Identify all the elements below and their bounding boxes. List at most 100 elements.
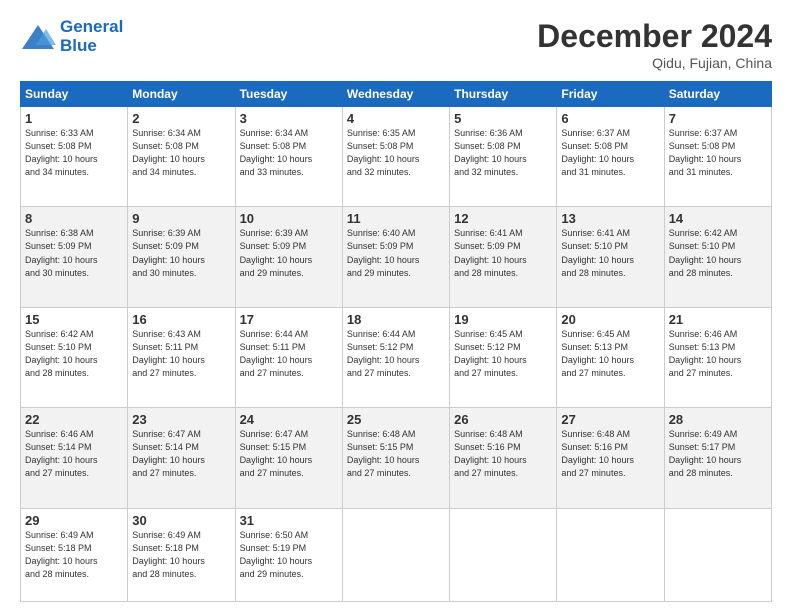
day-number: 29 <box>25 513 123 528</box>
header-wednesday: Wednesday <box>342 82 449 107</box>
day-number: 17 <box>240 312 338 327</box>
logo: General Blue <box>20 18 123 55</box>
day-info: Sunrise: 6:39 AMSunset: 5:09 PMDaylight:… <box>240 227 338 279</box>
title-block: December 2024 Qidu, Fujian, China <box>537 18 772 71</box>
calendar-cell: 28Sunrise: 6:49 AMSunset: 5:17 PMDayligh… <box>664 408 771 508</box>
page: General Blue December 2024 Qidu, Fujian,… <box>0 0 792 612</box>
calendar-cell: 31Sunrise: 6:50 AMSunset: 5:19 PMDayligh… <box>235 508 342 601</box>
calendar-cell: 23Sunrise: 6:47 AMSunset: 5:14 PMDayligh… <box>128 408 235 508</box>
day-number: 30 <box>132 513 230 528</box>
day-info: Sunrise: 6:47 AMSunset: 5:14 PMDaylight:… <box>132 428 230 480</box>
calendar-cell: 14Sunrise: 6:42 AMSunset: 5:10 PMDayligh… <box>664 207 771 307</box>
calendar-cell <box>450 508 557 601</box>
day-number: 24 <box>240 412 338 427</box>
day-info: Sunrise: 6:42 AMSunset: 5:10 PMDaylight:… <box>669 227 767 279</box>
day-info: Sunrise: 6:46 AMSunset: 5:14 PMDaylight:… <box>25 428 123 480</box>
day-number: 3 <box>240 111 338 126</box>
day-number: 28 <box>669 412 767 427</box>
day-info: Sunrise: 6:45 AMSunset: 5:13 PMDaylight:… <box>561 328 659 380</box>
calendar-cell <box>342 508 449 601</box>
day-number: 22 <box>25 412 123 427</box>
day-info: Sunrise: 6:46 AMSunset: 5:13 PMDaylight:… <box>669 328 767 380</box>
calendar-cell: 6Sunrise: 6:37 AMSunset: 5:08 PMDaylight… <box>557 107 664 207</box>
day-number: 9 <box>132 211 230 226</box>
day-info: Sunrise: 6:36 AMSunset: 5:08 PMDaylight:… <box>454 127 552 179</box>
day-info: Sunrise: 6:44 AMSunset: 5:11 PMDaylight:… <box>240 328 338 380</box>
day-number: 4 <box>347 111 445 126</box>
day-number: 19 <box>454 312 552 327</box>
day-info: Sunrise: 6:42 AMSunset: 5:10 PMDaylight:… <box>25 328 123 380</box>
calendar-row: 29Sunrise: 6:49 AMSunset: 5:18 PMDayligh… <box>21 508 772 601</box>
header-friday: Friday <box>557 82 664 107</box>
day-number: 8 <box>25 211 123 226</box>
header: General Blue December 2024 Qidu, Fujian,… <box>20 18 772 71</box>
calendar-cell: 18Sunrise: 6:44 AMSunset: 5:12 PMDayligh… <box>342 307 449 407</box>
day-info: Sunrise: 6:34 AMSunset: 5:08 PMDaylight:… <box>132 127 230 179</box>
calendar-cell: 29Sunrise: 6:49 AMSunset: 5:18 PMDayligh… <box>21 508 128 601</box>
day-info: Sunrise: 6:40 AMSunset: 5:09 PMDaylight:… <box>347 227 445 279</box>
day-number: 27 <box>561 412 659 427</box>
calendar-cell: 8Sunrise: 6:38 AMSunset: 5:09 PMDaylight… <box>21 207 128 307</box>
calendar-cell: 22Sunrise: 6:46 AMSunset: 5:14 PMDayligh… <box>21 408 128 508</box>
calendar-cell: 15Sunrise: 6:42 AMSunset: 5:10 PMDayligh… <box>21 307 128 407</box>
day-info: Sunrise: 6:47 AMSunset: 5:15 PMDaylight:… <box>240 428 338 480</box>
day-info: Sunrise: 6:49 AMSunset: 5:17 PMDaylight:… <box>669 428 767 480</box>
calendar-cell: 13Sunrise: 6:41 AMSunset: 5:10 PMDayligh… <box>557 207 664 307</box>
calendar-cell: 20Sunrise: 6:45 AMSunset: 5:13 PMDayligh… <box>557 307 664 407</box>
day-number: 16 <box>132 312 230 327</box>
header-saturday: Saturday <box>664 82 771 107</box>
calendar-cell: 26Sunrise: 6:48 AMSunset: 5:16 PMDayligh… <box>450 408 557 508</box>
day-number: 23 <box>132 412 230 427</box>
day-number: 13 <box>561 211 659 226</box>
day-number: 21 <box>669 312 767 327</box>
day-info: Sunrise: 6:38 AMSunset: 5:09 PMDaylight:… <box>25 227 123 279</box>
day-info: Sunrise: 6:41 AMSunset: 5:09 PMDaylight:… <box>454 227 552 279</box>
calendar-cell: 3Sunrise: 6:34 AMSunset: 5:08 PMDaylight… <box>235 107 342 207</box>
calendar-cell: 17Sunrise: 6:44 AMSunset: 5:11 PMDayligh… <box>235 307 342 407</box>
header-sunday: Sunday <box>21 82 128 107</box>
calendar-cell: 19Sunrise: 6:45 AMSunset: 5:12 PMDayligh… <box>450 307 557 407</box>
day-number: 11 <box>347 211 445 226</box>
calendar-cell: 21Sunrise: 6:46 AMSunset: 5:13 PMDayligh… <box>664 307 771 407</box>
calendar-cell <box>557 508 664 601</box>
calendar-cell: 12Sunrise: 6:41 AMSunset: 5:09 PMDayligh… <box>450 207 557 307</box>
calendar-cell: 16Sunrise: 6:43 AMSunset: 5:11 PMDayligh… <box>128 307 235 407</box>
calendar-cell: 7Sunrise: 6:37 AMSunset: 5:08 PMDaylight… <box>664 107 771 207</box>
calendar-cell: 9Sunrise: 6:39 AMSunset: 5:09 PMDaylight… <box>128 207 235 307</box>
header-tuesday: Tuesday <box>235 82 342 107</box>
calendar-cell: 5Sunrise: 6:36 AMSunset: 5:08 PMDaylight… <box>450 107 557 207</box>
weekday-header-row: Sunday Monday Tuesday Wednesday Thursday… <box>21 82 772 107</box>
day-info: Sunrise: 6:48 AMSunset: 5:16 PMDaylight:… <box>561 428 659 480</box>
day-info: Sunrise: 6:45 AMSunset: 5:12 PMDaylight:… <box>454 328 552 380</box>
calendar-cell: 30Sunrise: 6:49 AMSunset: 5:18 PMDayligh… <box>128 508 235 601</box>
logo-text: General Blue <box>60 18 123 55</box>
day-number: 14 <box>669 211 767 226</box>
day-info: Sunrise: 6:43 AMSunset: 5:11 PMDaylight:… <box>132 328 230 380</box>
day-info: Sunrise: 6:50 AMSunset: 5:19 PMDaylight:… <box>240 529 338 581</box>
day-info: Sunrise: 6:35 AMSunset: 5:08 PMDaylight:… <box>347 127 445 179</box>
day-info: Sunrise: 6:48 AMSunset: 5:15 PMDaylight:… <box>347 428 445 480</box>
day-number: 25 <box>347 412 445 427</box>
header-thursday: Thursday <box>450 82 557 107</box>
calendar-cell: 11Sunrise: 6:40 AMSunset: 5:09 PMDayligh… <box>342 207 449 307</box>
calendar-cell: 4Sunrise: 6:35 AMSunset: 5:08 PMDaylight… <box>342 107 449 207</box>
day-number: 12 <box>454 211 552 226</box>
day-info: Sunrise: 6:37 AMSunset: 5:08 PMDaylight:… <box>669 127 767 179</box>
day-number: 20 <box>561 312 659 327</box>
calendar-cell: 10Sunrise: 6:39 AMSunset: 5:09 PMDayligh… <box>235 207 342 307</box>
day-number: 1 <box>25 111 123 126</box>
header-monday: Monday <box>128 82 235 107</box>
day-info: Sunrise: 6:33 AMSunset: 5:08 PMDaylight:… <box>25 127 123 179</box>
calendar-cell: 27Sunrise: 6:48 AMSunset: 5:16 PMDayligh… <box>557 408 664 508</box>
calendar-row: 22Sunrise: 6:46 AMSunset: 5:14 PMDayligh… <box>21 408 772 508</box>
calendar-table: Sunday Monday Tuesday Wednesday Thursday… <box>20 81 772 602</box>
calendar-cell: 24Sunrise: 6:47 AMSunset: 5:15 PMDayligh… <box>235 408 342 508</box>
day-info: Sunrise: 6:39 AMSunset: 5:09 PMDaylight:… <box>132 227 230 279</box>
day-info: Sunrise: 6:49 AMSunset: 5:18 PMDaylight:… <box>132 529 230 581</box>
day-info: Sunrise: 6:49 AMSunset: 5:18 PMDaylight:… <box>25 529 123 581</box>
calendar-cell: 1Sunrise: 6:33 AMSunset: 5:08 PMDaylight… <box>21 107 128 207</box>
day-info: Sunrise: 6:48 AMSunset: 5:16 PMDaylight:… <box>454 428 552 480</box>
calendar-cell: 25Sunrise: 6:48 AMSunset: 5:15 PMDayligh… <box>342 408 449 508</box>
day-number: 26 <box>454 412 552 427</box>
day-number: 15 <box>25 312 123 327</box>
